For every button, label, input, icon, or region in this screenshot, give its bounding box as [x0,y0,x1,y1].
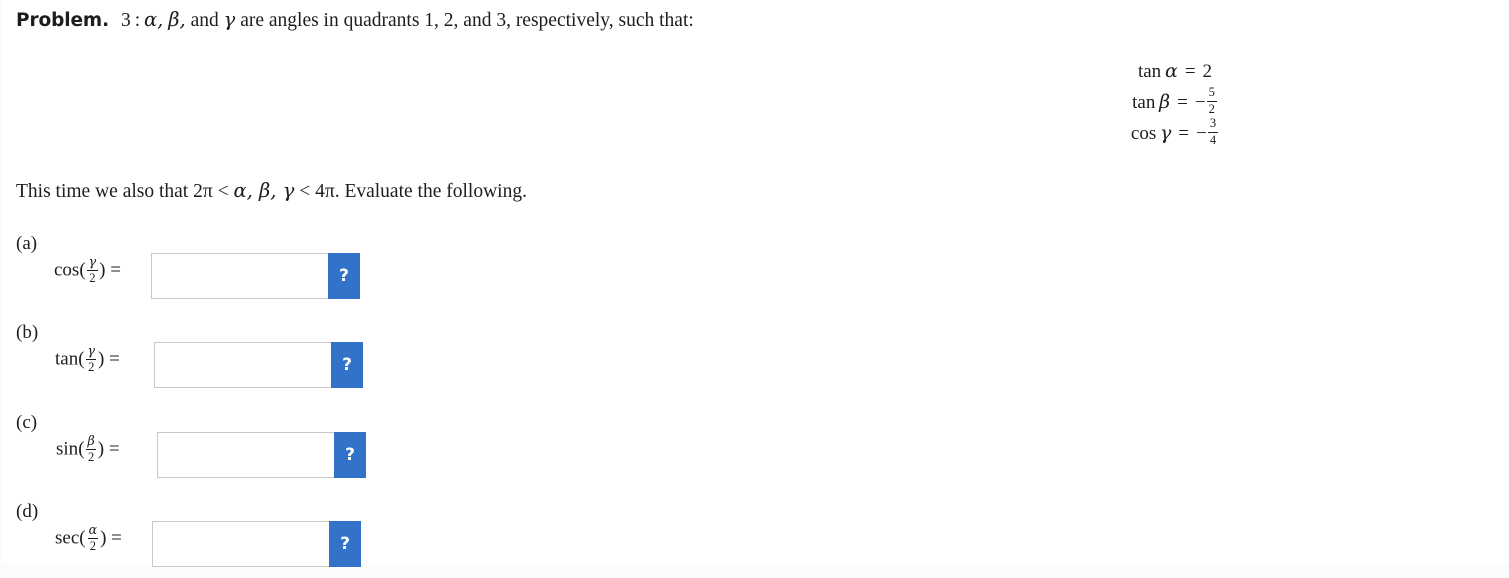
condition-period: . [334,181,340,202]
expression-paren-close: ) [97,438,105,460]
problem-label: Problem. [16,10,110,31]
expression-fraction: γ2 [86,344,98,374]
expression-paren-open: ( [78,348,85,370]
page-left-edge [0,0,2,578]
given-variable: β [1159,91,1171,113]
fraction-numerator: 3 [1209,116,1217,131]
fraction-numerator: α [88,522,98,537]
given-equals: = [1178,123,1190,144]
expression-equals: = [108,438,120,460]
fraction-denominator: 2 [87,269,98,285]
expression-paren-close: ) [98,348,105,370]
fraction-denominator: 2 [1206,101,1217,116]
given-function: tan [1132,92,1156,113]
expression-equals: = [109,348,120,370]
given-sign: − [1194,92,1206,113]
answer-tag: (d) [16,501,39,522]
fraction-numerator: β [87,433,95,448]
answer-expression: cos(γ 2) = [54,255,121,286]
expression-fraction: β2 [86,434,97,464]
expression-function: tan [55,348,79,370]
problem-conjunction: and [190,10,219,31]
condition-lower-bound: 2π [193,181,213,202]
fraction-denominator: 2 [86,448,97,464]
fraction-denominator: 2 [87,537,98,553]
answer-field-d: ? [152,521,361,567]
given-lhs: tan β [1132,87,1170,118]
fraction-numerator: 5 [1208,85,1215,100]
expression-function: cos [54,259,80,281]
given-sign: − [1196,123,1207,144]
expression-paren-close: ) [99,259,106,281]
answer-input[interactable] [152,521,329,567]
answer-expression: sin(β 2) = [56,434,120,465]
given-function: cos [1130,123,1157,144]
fraction-numerator: γ [88,254,97,269]
condition-lead: This time we also that [16,181,189,202]
condition-variables: α, β, γ [233,179,295,202]
answer-input[interactable] [157,432,334,478]
given-fraction: 5 2 [1206,85,1217,116]
expression-paren-open: ( [79,259,86,281]
problem-colon: : [134,10,141,31]
given-lhs: cos γ [1131,118,1172,149]
answer-tag: (c) [16,412,38,433]
problem-var-beta: β, [168,8,186,31]
given-equals: = [1184,61,1196,82]
condition-statement: This time we also that 2π < α, β, γ < 4π… [16,178,527,205]
hint-button[interactable]: ? [331,342,363,388]
expression-paren-close: ) [100,527,107,549]
given-equals: = [1177,92,1188,113]
expression-fraction: α2 [87,523,99,553]
problem-tail: are angles in quadrants 1, 2, and 3, res… [240,10,694,31]
condition-less-than-1: < [217,181,229,202]
answer-field-c: ? [157,432,366,478]
condition-less-than-2: < [299,181,311,202]
expression-paren-open: ( [78,438,85,460]
problem-var-alpha: α, [144,8,164,31]
expression-paren-open: ( [79,527,86,549]
given-equation-row: tan α = 2 [1010,56,1340,87]
answer-expression: sec(α 2) = [55,523,122,554]
given-equations: tan α = 2 tan β = − 5 2 cos γ = − 3 4 [1010,56,1340,149]
answer-tag: (b) [16,322,39,343]
answer-input[interactable] [151,253,328,299]
expression-function: sec [55,527,80,549]
answer-field-a: ? [151,253,360,299]
given-variable: α [1164,60,1178,82]
problem-number: 3 [121,10,131,31]
condition-upper-bound: 4π [315,181,335,202]
hint-button[interactable]: ? [328,253,360,299]
fraction-denominator: 2 [86,358,97,374]
answer-input[interactable] [154,342,331,388]
fraction-numerator: γ [87,343,96,358]
problem-statement: Problem. 3 : α, β, and γ are angles in qu… [16,7,694,34]
problem-body: 3 : α, β, and γ are angles in quadrants … [121,8,694,31]
problem-page: Problem. 3 : α, β, and γ are angles in qu… [0,0,1509,578]
expression-fraction: γ2 [87,255,99,285]
hint-button[interactable]: ? [334,432,366,478]
expression-equals: = [111,527,122,549]
given-fraction: 3 4 [1207,116,1219,147]
given-function: tan [1137,61,1162,82]
hint-button[interactable]: ? [329,521,361,567]
given-variable: γ [1160,122,1172,144]
given-value: 2 [1202,61,1213,82]
condition-tail: Evaluate the following. [344,181,527,202]
given-equation-row: tan β = − 5 2 [1010,85,1340,118]
answer-tag: (a) [16,233,38,254]
answer-expression: tan(γ 2) = [55,344,120,375]
answer-field-b: ? [154,342,363,388]
expression-equals: = [110,259,121,281]
given-lhs: tan α [1138,56,1178,87]
expression-function: sin [56,438,79,460]
given-equation-row: cos γ = − 3 4 [1010,116,1340,149]
fraction-denominator: 4 [1207,132,1219,147]
problem-var-gamma: γ [223,8,236,31]
